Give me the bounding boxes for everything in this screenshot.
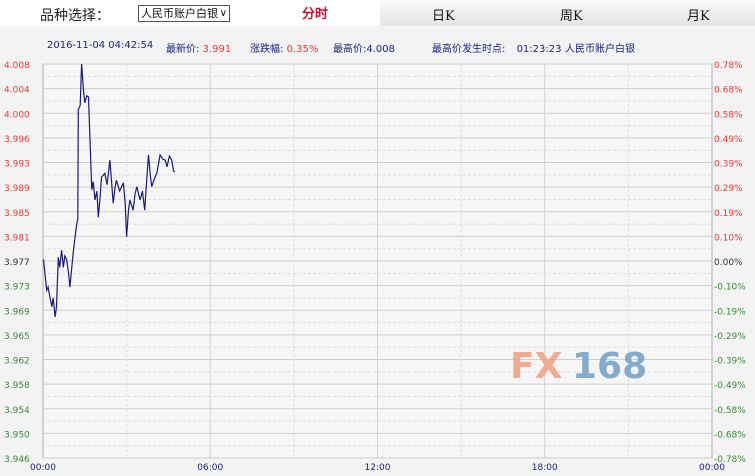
y2-tick-label: -0.10% [714,283,746,293]
y2-tick-label: -0.29% [714,332,746,342]
y2-tick-label: 0.49% [714,135,743,145]
y-tick-label: 3.996 [4,135,30,145]
y2-tick-label: 0.58% [714,110,743,120]
y-tick-label: 4.000 [4,110,30,120]
y-tick-label: 3.958 [4,381,30,391]
y-tick-label: 3.989 [4,184,30,194]
y2-tick-label: 0.00% [714,258,743,268]
price-chart: 4.008 0.78% 4.004 0.68% 4.000 0.58% 3.996 0.49%… [4,61,746,473]
y2-tick-label: 0.39% [714,160,743,170]
y-tick-label: 3.946 [4,455,30,465]
watermark-fx: FX [510,346,563,387]
y-tick-label: 3.965 [4,332,30,342]
y2-tick-label: -0.39% [714,357,746,367]
y-tick-label: 3.985 [4,209,30,219]
x-tick-label: 18:00 [532,463,558,473]
x-tick-label: 12:00 [365,463,391,473]
y2-tick-label: 0.19% [714,209,743,219]
y2-tick-label: 0.68% [714,86,743,96]
x-tick-label: 06:00 [197,463,223,473]
y2-tick-label: -0.49% [714,381,746,391]
y2-tick-label: -0.19% [714,307,746,317]
y2-tick-label: -0.68% [714,430,746,440]
y-tick-label: 3.950 [4,430,30,440]
y-tick-label: 4.008 [4,61,30,71]
x-tick-label: 00:00 [699,463,725,473]
y2-tick-label: 0.10% [714,233,743,243]
x-tick-label: 00:00 [30,463,56,473]
y-tick-label: 3.981 [4,233,30,243]
y-tick-label: 3.973 [4,283,30,293]
y-tick-label: 4.004 [4,86,30,96]
y-tick-label: 3.954 [4,406,30,416]
y2-tick-label: 0.29% [714,184,743,194]
watermark-168: 168 [572,346,647,387]
y2-tick-label: 0.78% [714,61,743,71]
y-tick-label: 3.993 [4,160,30,170]
y2-tick-label: -0.58% [714,406,746,416]
y-tick-label: 3.977 [4,258,30,268]
y-tick-label: 3.962 [4,357,30,367]
y-tick-label: 3.969 [4,307,30,317]
